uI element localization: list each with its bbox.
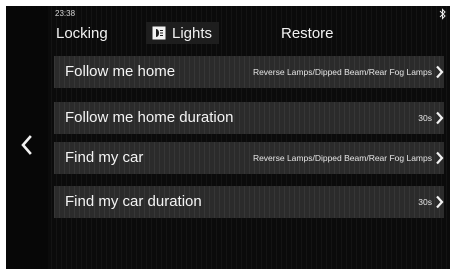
setting-follow-me-home-duration[interactable]: Follow me home duration 30s bbox=[54, 102, 444, 134]
setting-value: Reverse Lamps/Dipped Beam/Rear Fog Lamps bbox=[232, 56, 432, 88]
tab-restore[interactable]: Restore bbox=[281, 20, 334, 46]
bluetooth-icon bbox=[439, 8, 446, 20]
left-rail bbox=[6, 6, 48, 269]
setting-value-text: Reverse Lamps/Dipped Beam/Rear Fog Lamps bbox=[252, 153, 432, 163]
back-button[interactable] bbox=[14, 130, 40, 160]
setting-label: Find my car bbox=[65, 149, 144, 166]
lights-settings-screen: 23:38 Locking Lights Restore Follow me h… bbox=[6, 6, 450, 269]
setting-value: Reverse Lamps/Dipped Beam/Rear Fog Lamps bbox=[232, 142, 432, 174]
setting-label: Follow me home duration bbox=[65, 109, 234, 126]
chevron-right-icon bbox=[436, 111, 444, 125]
setting-value-text: 30s bbox=[418, 113, 432, 123]
chevron-right-icon bbox=[436, 195, 444, 209]
tab-locking[interactable]: Locking bbox=[56, 20, 108, 46]
chevron-left-icon bbox=[21, 135, 32, 155]
setting-follow-me-home[interactable]: Follow me home Reverse Lamps/Dipped Beam… bbox=[54, 56, 444, 88]
setting-label: Find my car duration bbox=[65, 193, 202, 210]
chevron-right-icon bbox=[436, 151, 444, 165]
setting-value-text: Reverse Lamps/Dipped Beam/Rear Fog Lamps bbox=[252, 67, 432, 77]
chevron-right-icon bbox=[436, 65, 444, 79]
tab-restore-label: Restore bbox=[281, 24, 334, 42]
setting-label: Follow me home bbox=[65, 63, 176, 80]
status-time: 23:38 bbox=[55, 9, 76, 18]
setting-value: 30s bbox=[232, 102, 432, 134]
setting-find-my-car[interactable]: Find my car Reverse Lamps/Dipped Beam/Re… bbox=[54, 142, 444, 174]
tab-lights[interactable]: Lights bbox=[146, 22, 220, 44]
setting-value: 30s bbox=[232, 186, 432, 218]
headlight-icon bbox=[152, 26, 166, 40]
setting-find-my-car-duration[interactable]: Find my car duration 30s bbox=[54, 186, 444, 218]
tab-locking-label: Locking bbox=[56, 24, 108, 42]
tab-lights-label: Lights bbox=[172, 24, 213, 42]
setting-value-text: 30s bbox=[418, 197, 432, 207]
